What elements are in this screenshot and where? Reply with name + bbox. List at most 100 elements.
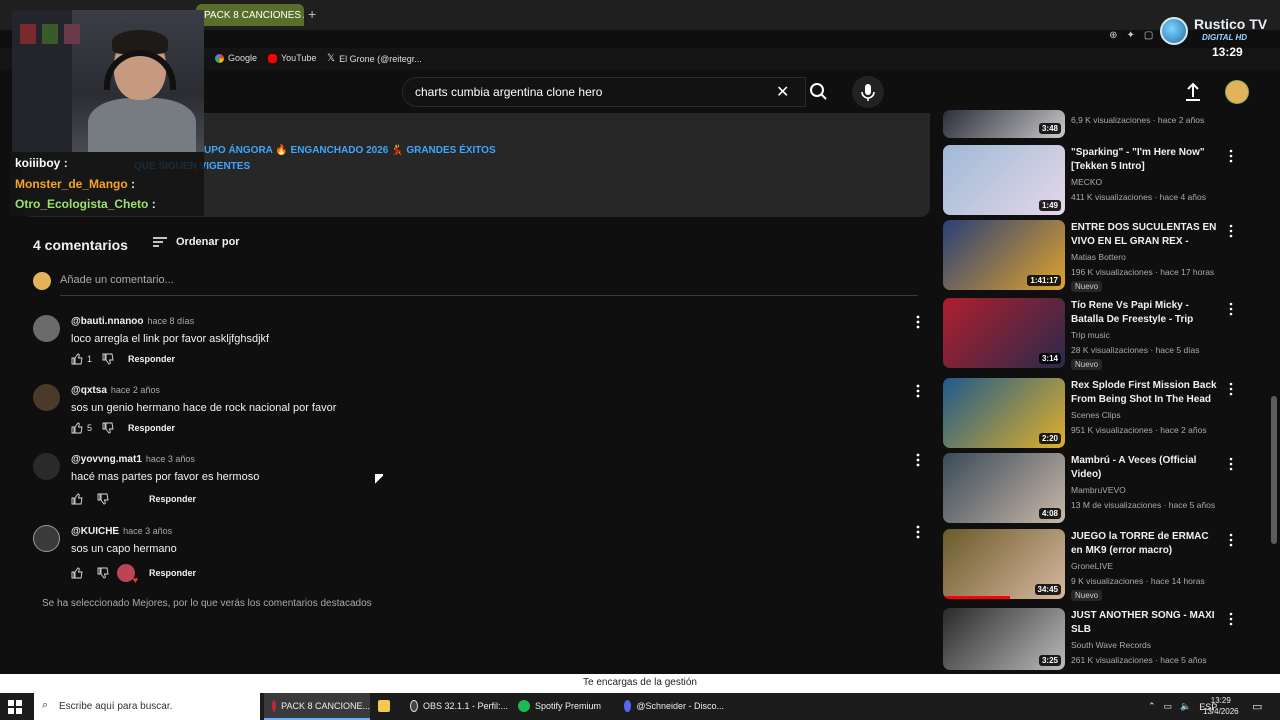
- video-title[interactable]: ENTRE DOS SUCULENTAS EN VIVO EN EL GRAN …: [1071, 221, 1221, 249]
- comment-avatar[interactable]: [33, 315, 60, 342]
- reply-button[interactable]: Responder: [149, 568, 196, 578]
- chevron-up-icon[interactable]: ⌃: [1148, 701, 1156, 712]
- video-thumbnail[interactable]: 1:41:17: [943, 220, 1065, 290]
- reply-button[interactable]: Responder: [128, 354, 175, 364]
- reply-button[interactable]: Responder: [128, 423, 175, 433]
- channel-name[interactable]: Trip music: [1071, 330, 1110, 340]
- comment-text: sos un capo hermano: [71, 543, 177, 555]
- taskbar-item-obs[interactable]: OBS 32.1.1 - Perfil:...: [410, 693, 508, 720]
- more-options-icon[interactable]: [1227, 382, 1235, 396]
- like-icon[interactable]: [71, 493, 83, 505]
- channel-name[interactable]: Matias Bottero: [1071, 252, 1126, 262]
- recommended-video[interactable]: 4:08 Mambrú - A Veces (Official Video) Mam…: [943, 453, 1243, 525]
- like-icon[interactable]: [71, 422, 83, 434]
- volume-icon[interactable]: 🔈: [1180, 701, 1191, 712]
- folder-icon: [378, 700, 390, 712]
- watch-progress-bar: [943, 596, 1011, 599]
- windows-taskbar: ⌕ Escribe aquí para buscar. PACK 8 CANCI…: [0, 693, 1280, 720]
- video-title[interactable]: JUEGO la TORRE de ERMAC en MK9 (error ma…: [1071, 530, 1221, 558]
- recommended-video[interactable]: 3:14 Tío Rene Vs Papi Micky - Batalla De …: [943, 298, 1243, 370]
- dislike-icon[interactable]: [97, 493, 109, 505]
- window-icon[interactable]: ▢: [1144, 30, 1153, 41]
- video-title[interactable]: "Sparking" - "I'm Here Now" [Tekken 5 In…: [1071, 146, 1221, 174]
- more-options-icon[interactable]: [1227, 612, 1235, 626]
- recommended-video[interactable]: 3:25 JUST ANOTHER SONG - MAXI SLB South Wa…: [943, 608, 1243, 680]
- sort-comments-button[interactable]: Ordenar por: [152, 236, 240, 248]
- taskbar-search-input[interactable]: ⌕ Escribe aquí para buscar.: [34, 693, 260, 720]
- like-icon[interactable]: [71, 567, 83, 579]
- notifications-icon[interactable]: ▭: [1252, 700, 1262, 713]
- recommended-video[interactable]: 2:20 Rex Splode First Mission Back From B…: [943, 378, 1243, 450]
- more-options-icon[interactable]: [913, 453, 923, 467]
- comment-author[interactable]: @KUICHE hace 3 años: [71, 526, 172, 537]
- bookmark-youtube[interactable]: YouTube: [268, 53, 316, 63]
- taskbar-item-explorer[interactable]: [378, 693, 400, 720]
- more-options-icon[interactable]: [913, 525, 923, 539]
- taskbar-item-discord[interactable]: @Schneider - Disco...: [624, 693, 724, 720]
- comment-avatar[interactable]: [33, 384, 60, 411]
- browser-tab-active[interactable]: PACK 8 CANCIONES ARG: [196, 4, 304, 26]
- more-options-icon[interactable]: [1227, 533, 1235, 547]
- add-comment-input[interactable]: Añade un comentario...: [60, 274, 918, 296]
- taskbar-item-spotify[interactable]: Spotify Premium: [518, 693, 614, 720]
- video-thumbnail[interactable]: 4:08: [943, 453, 1065, 523]
- new-tab-button[interactable]: +: [308, 6, 316, 22]
- bookmark-google[interactable]: Google: [215, 53, 257, 63]
- sidebar-scrollbar[interactable]: [1271, 396, 1277, 544]
- comment-avatar[interactable]: [33, 453, 60, 480]
- chat-message: Monster_de_Mango :: [15, 177, 136, 191]
- more-options-icon[interactable]: [1227, 457, 1235, 471]
- clear-search-icon[interactable]: ✕: [776, 82, 789, 102]
- comment-text: hacé mas partes por favor es hermoso: [71, 471, 260, 483]
- channel-name[interactable]: South Wave Records: [1071, 640, 1151, 650]
- comment-item: @yovvng.mat1 hace 3 años hacé mas partes …: [33, 453, 923, 513]
- more-options-icon[interactable]: [913, 315, 923, 329]
- upload-button[interactable]: [1182, 80, 1204, 104]
- comment-author[interactable]: @qxtsa hace 2 años: [71, 385, 160, 396]
- user-avatar[interactable]: [1225, 80, 1249, 104]
- search-icon: [810, 83, 827, 100]
- more-options-icon[interactable]: [1227, 149, 1235, 163]
- video-title[interactable]: Rex Splode First Mission Back From Being…: [1071, 379, 1221, 407]
- recommended-video[interactable]: 34:45 JUEGO la TORRE de ERMAC en MK9 (err…: [943, 529, 1243, 601]
- pin-icon[interactable]: ✦: [1126, 30, 1134, 41]
- windows-start-icon[interactable]: [8, 700, 22, 714]
- bookmark-x[interactable]: 𝕏 El Grone (@reitegr...: [327, 53, 422, 64]
- more-options-icon[interactable]: [1227, 302, 1235, 316]
- video-thumbnail[interactable]: 2:20: [943, 378, 1065, 448]
- video-thumbnail[interactable]: 1:49: [943, 145, 1065, 215]
- description-tags[interactable]: UPO ÁNGORA 🔥 ENGANCHADO 2026 💃 GRANDES É…: [204, 145, 496, 156]
- comment-avatar[interactable]: [33, 525, 60, 552]
- recommended-video[interactable]: 1:49 "Sparking" - "I'm Here Now" [Tekken …: [943, 145, 1243, 217]
- more-options-icon[interactable]: [913, 384, 923, 398]
- channel-name[interactable]: Scenes Clips: [1071, 410, 1121, 420]
- video-thumbnail[interactable]: 3:25: [943, 608, 1065, 670]
- more-options-icon[interactable]: [1227, 224, 1235, 238]
- voice-search-button[interactable]: [852, 76, 884, 108]
- network-icon[interactable]: ▭: [1164, 701, 1173, 712]
- recommended-video[interactable]: 1:41:17 ENTRE DOS SUCULENTAS EN VIVO EN E…: [943, 220, 1243, 292]
- comment-text: sos un genio hermano hace de rock nacion…: [71, 402, 337, 414]
- comment-author[interactable]: @bauti.nnanoo hace 8 días: [71, 316, 194, 327]
- video-title[interactable]: Mambrú - A Veces (Official Video): [1071, 454, 1221, 482]
- search-input[interactable]: charts cumbia argentina clone hero: [402, 77, 806, 107]
- dislike-icon[interactable]: [97, 567, 109, 579]
- dislike-icon[interactable]: [102, 353, 114, 365]
- video-title[interactable]: Tío Rene Vs Papi Micky - Batalla De Free…: [1071, 299, 1221, 327]
- channel-name[interactable]: MECKO: [1071, 177, 1102, 187]
- search-button[interactable]: [804, 77, 834, 107]
- comment-item: @KUICHEhace 3 años sos un capo hermano R…: [33, 525, 923, 585]
- dislike-icon[interactable]: [102, 422, 114, 434]
- video-thumbnail[interactable]: 3:14: [943, 298, 1065, 368]
- comment-author[interactable]: @yovvng.mat1 hace 3 años: [71, 454, 195, 465]
- channel-name[interactable]: GroneLIVE: [1071, 561, 1113, 571]
- video-thumbnail[interactable]: 34:45: [943, 529, 1065, 599]
- video-thumbnail[interactable]: 3:48: [943, 110, 1065, 138]
- channel-name[interactable]: MambruVEVO: [1071, 485, 1126, 495]
- taskbar-item-browser[interactable]: PACK 8 CANCIONE...: [264, 693, 370, 720]
- like-icon[interactable]: [71, 353, 83, 365]
- taskbar-clock[interactable]: 13:29 13/4/2026: [1203, 695, 1239, 717]
- video-title[interactable]: JUST ANOTHER SONG - MAXI SLB: [1071, 609, 1221, 637]
- reply-button[interactable]: Responder: [149, 494, 196, 504]
- zoom-icon[interactable]: ⊕: [1109, 30, 1117, 41]
